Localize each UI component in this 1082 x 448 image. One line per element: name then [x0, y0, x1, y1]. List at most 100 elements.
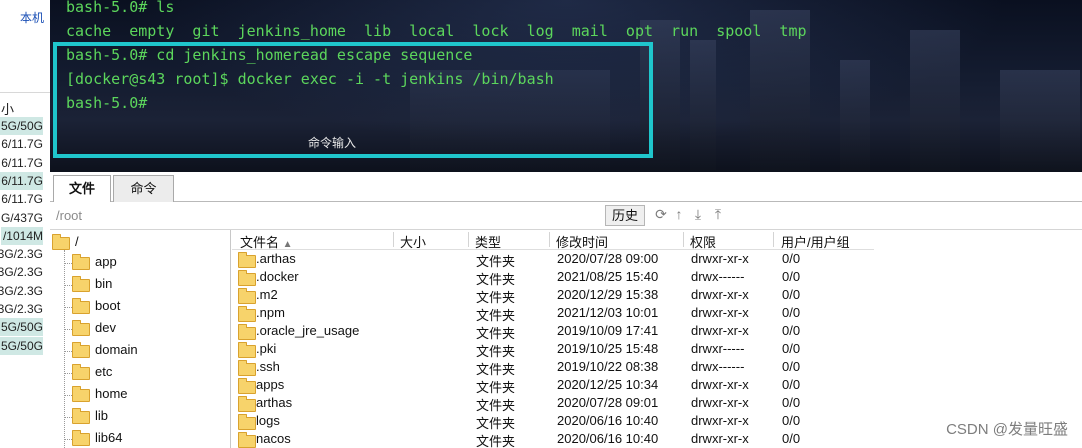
file-permission: drwxr-xr-x — [691, 251, 749, 266]
tab-commands[interactable]: 命令 — [113, 175, 174, 202]
up-arrow-icon[interactable]: ↑ — [671, 205, 687, 223]
tab-files[interactable]: 文件 — [53, 175, 111, 203]
column-header-size[interactable]: 大小 — [400, 232, 426, 251]
tree-item-lib[interactable]: lib — [64, 407, 109, 427]
disk-row[interactable]: G/437G — [0, 209, 43, 227]
tree-item-domain[interactable]: domain — [64, 341, 138, 361]
file-mtime: 2020/12/25 10:34 — [557, 377, 659, 392]
local-panel-title: 本机 — [19, 11, 44, 25]
folder-icon — [238, 306, 256, 322]
tree-item-lib64[interactable]: lib64 — [64, 429, 123, 448]
tree-item-etc[interactable]: etc — [64, 363, 112, 383]
file-name: nacos — [256, 431, 291, 446]
disk-row[interactable]: 5G/50G — [0, 336, 43, 355]
tree-item-home[interactable]: home — [64, 385, 128, 405]
file-row[interactable]: .pki 文件夹 2019/10/25 15:48 drwxr----- 0/0 — [232, 340, 874, 359]
path-input[interactable]: /root — [56, 208, 82, 223]
background-decoration — [1000, 70, 1080, 170]
tree-item-boot[interactable]: boot — [64, 297, 120, 317]
disk-row[interactable]: 5G/50G — [0, 117, 43, 135]
tree-item-label: lib — [95, 408, 109, 424]
tree-guide — [64, 329, 72, 330]
tree-guide — [64, 417, 72, 418]
tree-item-bin[interactable]: bin — [64, 275, 112, 295]
column-header-type[interactable]: 类型 — [475, 232, 501, 251]
folder-icon — [238, 378, 256, 394]
watermark: CSDN @发量旺盛 — [946, 421, 1068, 438]
column-header-owner[interactable]: 用户/用户组 — [781, 232, 850, 251]
download-icon[interactable]: ⤓ — [690, 205, 706, 223]
disk-row[interactable]: 6/11.7G — [0, 171, 43, 190]
directory-tree: / app bin boot dev domain etc home lib lib64 — [50, 230, 231, 448]
column-header-mtime[interactable]: 修改时间 — [556, 232, 608, 251]
column-header-name[interactable]: 文件名 ▲ — [240, 232, 293, 251]
folder-icon — [238, 288, 256, 304]
folder-icon — [72, 385, 90, 402]
file-row[interactable]: .oracle_jre_usage 文件夹 2019/10/09 17:41 drwx… — [232, 322, 874, 341]
folder-icon — [238, 414, 256, 430]
disk-row[interactable]: 6/11.7G — [0, 190, 43, 208]
column-divider[interactable] — [468, 232, 469, 247]
disk-row[interactable]: 3G/2.3G — [0, 282, 43, 300]
file-mtime: 2020/06/16 10:40 — [557, 413, 659, 428]
disk-row[interactable]: 6/11.7G — [0, 154, 43, 172]
column-divider[interactable] — [773, 232, 774, 247]
file-permission: drwxr-xr-x — [691, 323, 749, 338]
file-name: .docker — [256, 269, 299, 284]
file-row[interactable]: logs 文件夹 2020/06/16 10:40 drwxr-xr-x 0/0 — [232, 412, 874, 431]
command-input-label[interactable]: 命令输入 — [308, 134, 356, 151]
file-name: apps — [256, 377, 285, 392]
file-permission: drwxr-xr-x — [691, 431, 749, 446]
file-mtime: 2020/06/16 10:40 — [557, 431, 659, 446]
folder-icon — [72, 253, 90, 270]
history-button[interactable]: 历史 — [605, 205, 645, 226]
file-name: .m2 — [256, 287, 278, 302]
folder-icon — [72, 407, 90, 424]
disk-row[interactable]: /1014M — [0, 226, 43, 245]
file-permission: drwxr----- — [691, 341, 745, 356]
file-row[interactable]: .m2 文件夹 2020/12/29 15:38 drwxr-xr-x 0/0 — [232, 286, 874, 305]
file-permission: drwxr-xr-x — [691, 395, 749, 410]
tree-item-label: lib64 — [95, 430, 123, 446]
file-row[interactable]: nacos 文件夹 2020/06/16 10:40 drwxr-xr-x 0/0 — [232, 430, 874, 448]
tree-root-label: / — [75, 234, 79, 250]
file-row[interactable]: arthas 文件夹 2020/07/28 09:01 drwxr-xr-x 0/0 — [232, 394, 874, 413]
upload-icon[interactable]: ⤒ — [710, 205, 726, 223]
disk-row[interactable]: 3G/2.3G — [0, 263, 43, 281]
tree-item-app[interactable]: app — [64, 253, 117, 273]
file-row[interactable]: .arthas 文件夹 2020/07/28 09:00 drwxr-xr-x 0/0 — [232, 250, 874, 269]
disk-row[interactable]: 3G/2.3G — [0, 245, 43, 263]
file-mtime: 2021/08/25 15:40 — [557, 269, 659, 284]
refresh-icon[interactable]: ⟳ — [653, 205, 669, 223]
terminal-view[interactable]: bash-5.0# ls cache empty git jenkins_hom… — [50, 0, 1082, 172]
tree-root[interactable]: / — [52, 233, 79, 251]
file-name: logs — [256, 413, 280, 428]
divider — [0, 92, 50, 93]
file-mtime: 2019/10/09 17:41 — [557, 323, 659, 338]
file-row[interactable]: apps 文件夹 2020/12/25 10:34 drwxr-xr-x 0/0 — [232, 376, 874, 395]
column-divider[interactable] — [393, 232, 394, 247]
file-owner: 0/0 — [782, 269, 801, 284]
column-divider[interactable] — [549, 232, 550, 247]
terminal-line: cache empty git jenkins_home lib local l… — [66, 22, 807, 40]
file-row[interactable]: .docker 文件夹 2021/08/25 15:40 drwx------ 0/0 — [232, 268, 874, 287]
file-owner: 0/0 — [782, 431, 801, 446]
folder-icon — [238, 360, 256, 376]
tree-guide — [64, 263, 72, 264]
file-mtime: 2020/07/28 09:00 — [557, 251, 659, 266]
tree-item-label: app — [95, 254, 117, 270]
local-disk-panel: 本机 小 5G/50G 6/11.7G 6/11.7G 6/11.7G 6/11.7G G… — [0, 0, 51, 448]
column-header-permission[interactable]: 权限 — [690, 232, 716, 251]
column-divider[interactable] — [683, 232, 684, 247]
tree-item-dev[interactable]: dev — [64, 319, 116, 339]
disk-row[interactable]: 3G/2.3G — [0, 300, 43, 318]
tree-guide — [64, 307, 72, 308]
file-permission: drwxr-xr-x — [691, 287, 749, 302]
disk-row[interactable]: 6/11.7G — [0, 135, 43, 153]
file-row[interactable]: .ssh 文件夹 2019/10/22 08:38 drwx------ 0/0 — [232, 358, 874, 377]
disk-size-header: 小 — [0, 102, 14, 117]
file-row[interactable]: .npm 文件夹 2021/12/03 10:01 drwxr-xr-x 0/0 — [232, 304, 874, 323]
disk-row[interactable]: 5G/50G — [0, 318, 43, 337]
folder-icon — [72, 341, 90, 358]
file-name: .ssh — [256, 359, 280, 374]
